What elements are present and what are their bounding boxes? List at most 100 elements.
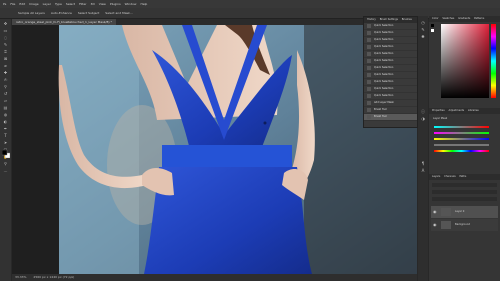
dress-waistband [162,145,292,167]
blend-mode-dropdown[interactable] [432,190,497,194]
bg-swatch-small[interactable] [431,29,434,32]
fg-swatch-small[interactable] [431,24,434,27]
layers-tab[interactable]: Layers [432,175,440,178]
layer-thumbnail[interactable] [441,221,451,229]
healing-brush-tool-icon[interactable]: ✚ [3,70,8,75]
slider-row[interactable] [432,124,497,129]
quick-selection-tool-icon[interactable]: ✎ [3,42,8,47]
adjustments-icon[interactable]: ◑ [421,116,426,121]
cyan-red-slider[interactable] [434,126,489,128]
slider-row[interactable] [432,148,497,153]
history-item[interactable]: Quick Selection [364,51,417,58]
brush-settings-icon[interactable]: ✎ [421,27,426,32]
paths-tab[interactable]: Paths [459,175,466,178]
menu-item-3d[interactable]: 3D [91,2,95,6]
history-item[interactable]: Quick Selection [364,37,417,44]
swatches-tab[interactable]: Swatches [442,17,454,20]
menu-item-type[interactable]: Type [55,2,62,6]
menu-item-select[interactable]: Select [66,2,75,6]
lock-bar[interactable] [432,197,497,201]
move-tool-icon[interactable]: ✥ [3,21,8,26]
clone-stamp-tool-icon[interactable]: ⚲ [3,84,8,89]
history-item[interactable]: Quick Selection [364,86,417,93]
history-item[interactable]: Brush Tool [364,107,417,114]
density-slider[interactable] [434,144,489,146]
eyedropper-tool-icon[interactable]: ⌀ [3,63,8,68]
hue-range-slider[interactable] [434,150,489,152]
history-item[interactable]: Quick Selection [364,23,417,30]
history-item[interactable]: Quick Selection [364,30,417,37]
history-item[interactable]: Quick Selection [364,79,417,86]
lasso-tool-icon[interactable]: ◌ [3,35,8,40]
dodge-tool-icon[interactable]: ◐ [3,119,8,124]
visibility-eye-icon[interactable]: ◉ [433,219,437,231]
menu-item-filter[interactable]: Filter [79,2,86,6]
option-sample-all-layers[interactable]: Sample All Layers [18,11,45,15]
history-tab[interactable]: History [367,18,376,21]
layer-thumbnail[interactable] [441,208,451,216]
slider-row[interactable] [432,136,497,141]
properties-tab[interactable]: Properties [432,109,445,112]
patterns-tab[interactable]: Patterns [474,17,484,20]
magenta-green-slider[interactable] [434,132,489,134]
libraries-tab[interactable]: Libraries [468,109,479,112]
foreground-color-swatch[interactable] [2,150,8,156]
history-item[interactable]: Quick Selection [364,44,417,51]
history-item[interactable]: Quick Selection [364,72,417,79]
character-icon[interactable]: A [421,168,426,173]
color-swatches[interactable] [2,150,10,158]
history-item[interactable]: Brush Tool [364,114,417,121]
zoom-level[interactable]: 33.33% [15,275,26,279]
gradient-tool-icon[interactable]: ▤ [3,105,8,110]
layer-row[interactable]: ◉ Layer 0 [431,206,498,218]
menu-item-layer[interactable]: Layer [43,2,51,6]
menu-item-window[interactable]: Window [125,2,137,6]
menu-item-edit[interactable]: Edit [19,2,25,6]
crop-tool-icon[interactable]: ⌗ [3,49,8,54]
history-item[interactable]: Quick Selection [364,58,417,65]
visibility-eye-icon[interactable]: ◉ [433,206,437,218]
app-logo[interactable]: Ps [3,2,6,6]
path-selection-tool-icon[interactable]: ➤ [3,140,8,145]
brush-tool-icon[interactable]: ✍ [3,77,8,82]
zoom-tool-icon[interactable]: ⚲ [3,161,8,166]
menu-item-file[interactable]: File [10,2,15,6]
brushes-panel-icon[interactable]: ✺ [421,34,426,39]
option-select-subject[interactable]: Select Subject [78,11,99,15]
marquee-tool-icon[interactable]: ▭ [3,28,8,33]
frame-tool-icon[interactable]: ⊠ [3,56,8,61]
menu-item-help[interactable]: Help [140,2,147,6]
properties-title: Layer Mask [433,117,448,120]
gradients-tab[interactable]: Gradients [458,17,470,20]
info-panel-icon[interactable]: ⓘ [421,109,426,114]
yellow-blue-slider[interactable] [434,138,489,140]
eraser-tool-icon[interactable]: ▱ [3,98,8,103]
channels-tab[interactable]: Channels [444,175,456,178]
menu-item-plugins[interactable]: Plugins [110,2,121,6]
blur-tool-icon[interactable]: ◍ [3,112,8,117]
document-canvas[interactable] [12,25,417,274]
layer-row[interactable]: ◉ Background [431,219,498,231]
pen-tool-icon[interactable]: ✒ [3,126,8,131]
history-item[interactable]: Quick Selection [364,65,417,72]
option-auto-enhance[interactable]: Auto-Enhance [51,11,72,15]
history-item[interactable]: Quick Selection [364,93,417,100]
hue-slider[interactable] [491,24,496,98]
adjustments-tab[interactable]: Adjustments [448,109,464,112]
menu-item-image[interactable]: Image [29,2,38,6]
history-item[interactable]: Add Layer Mask [364,100,417,107]
paragraph-icon[interactable]: ¶ [421,161,426,166]
history-panel-icon[interactable]: ◷ [421,20,426,25]
layer-filter-bar[interactable] [432,183,497,187]
brush-settings-tab[interactable]: Brush Settings [380,18,398,21]
color-tab[interactable]: Color [432,17,439,20]
color-picker[interactable] [429,22,500,104]
slider-row[interactable] [432,130,497,135]
type-tool-icon[interactable]: T [3,133,8,138]
slider-row[interactable] [432,142,497,147]
menu-item-view[interactable]: View [99,2,106,6]
more-tools-icon[interactable]: … [3,168,8,173]
brushes-tab[interactable]: Brushes [402,18,412,21]
option-select-and-mask-[interactable]: Select and Mask... [105,11,132,15]
history-brush-tool-icon[interactable]: ↺ [3,91,8,96]
